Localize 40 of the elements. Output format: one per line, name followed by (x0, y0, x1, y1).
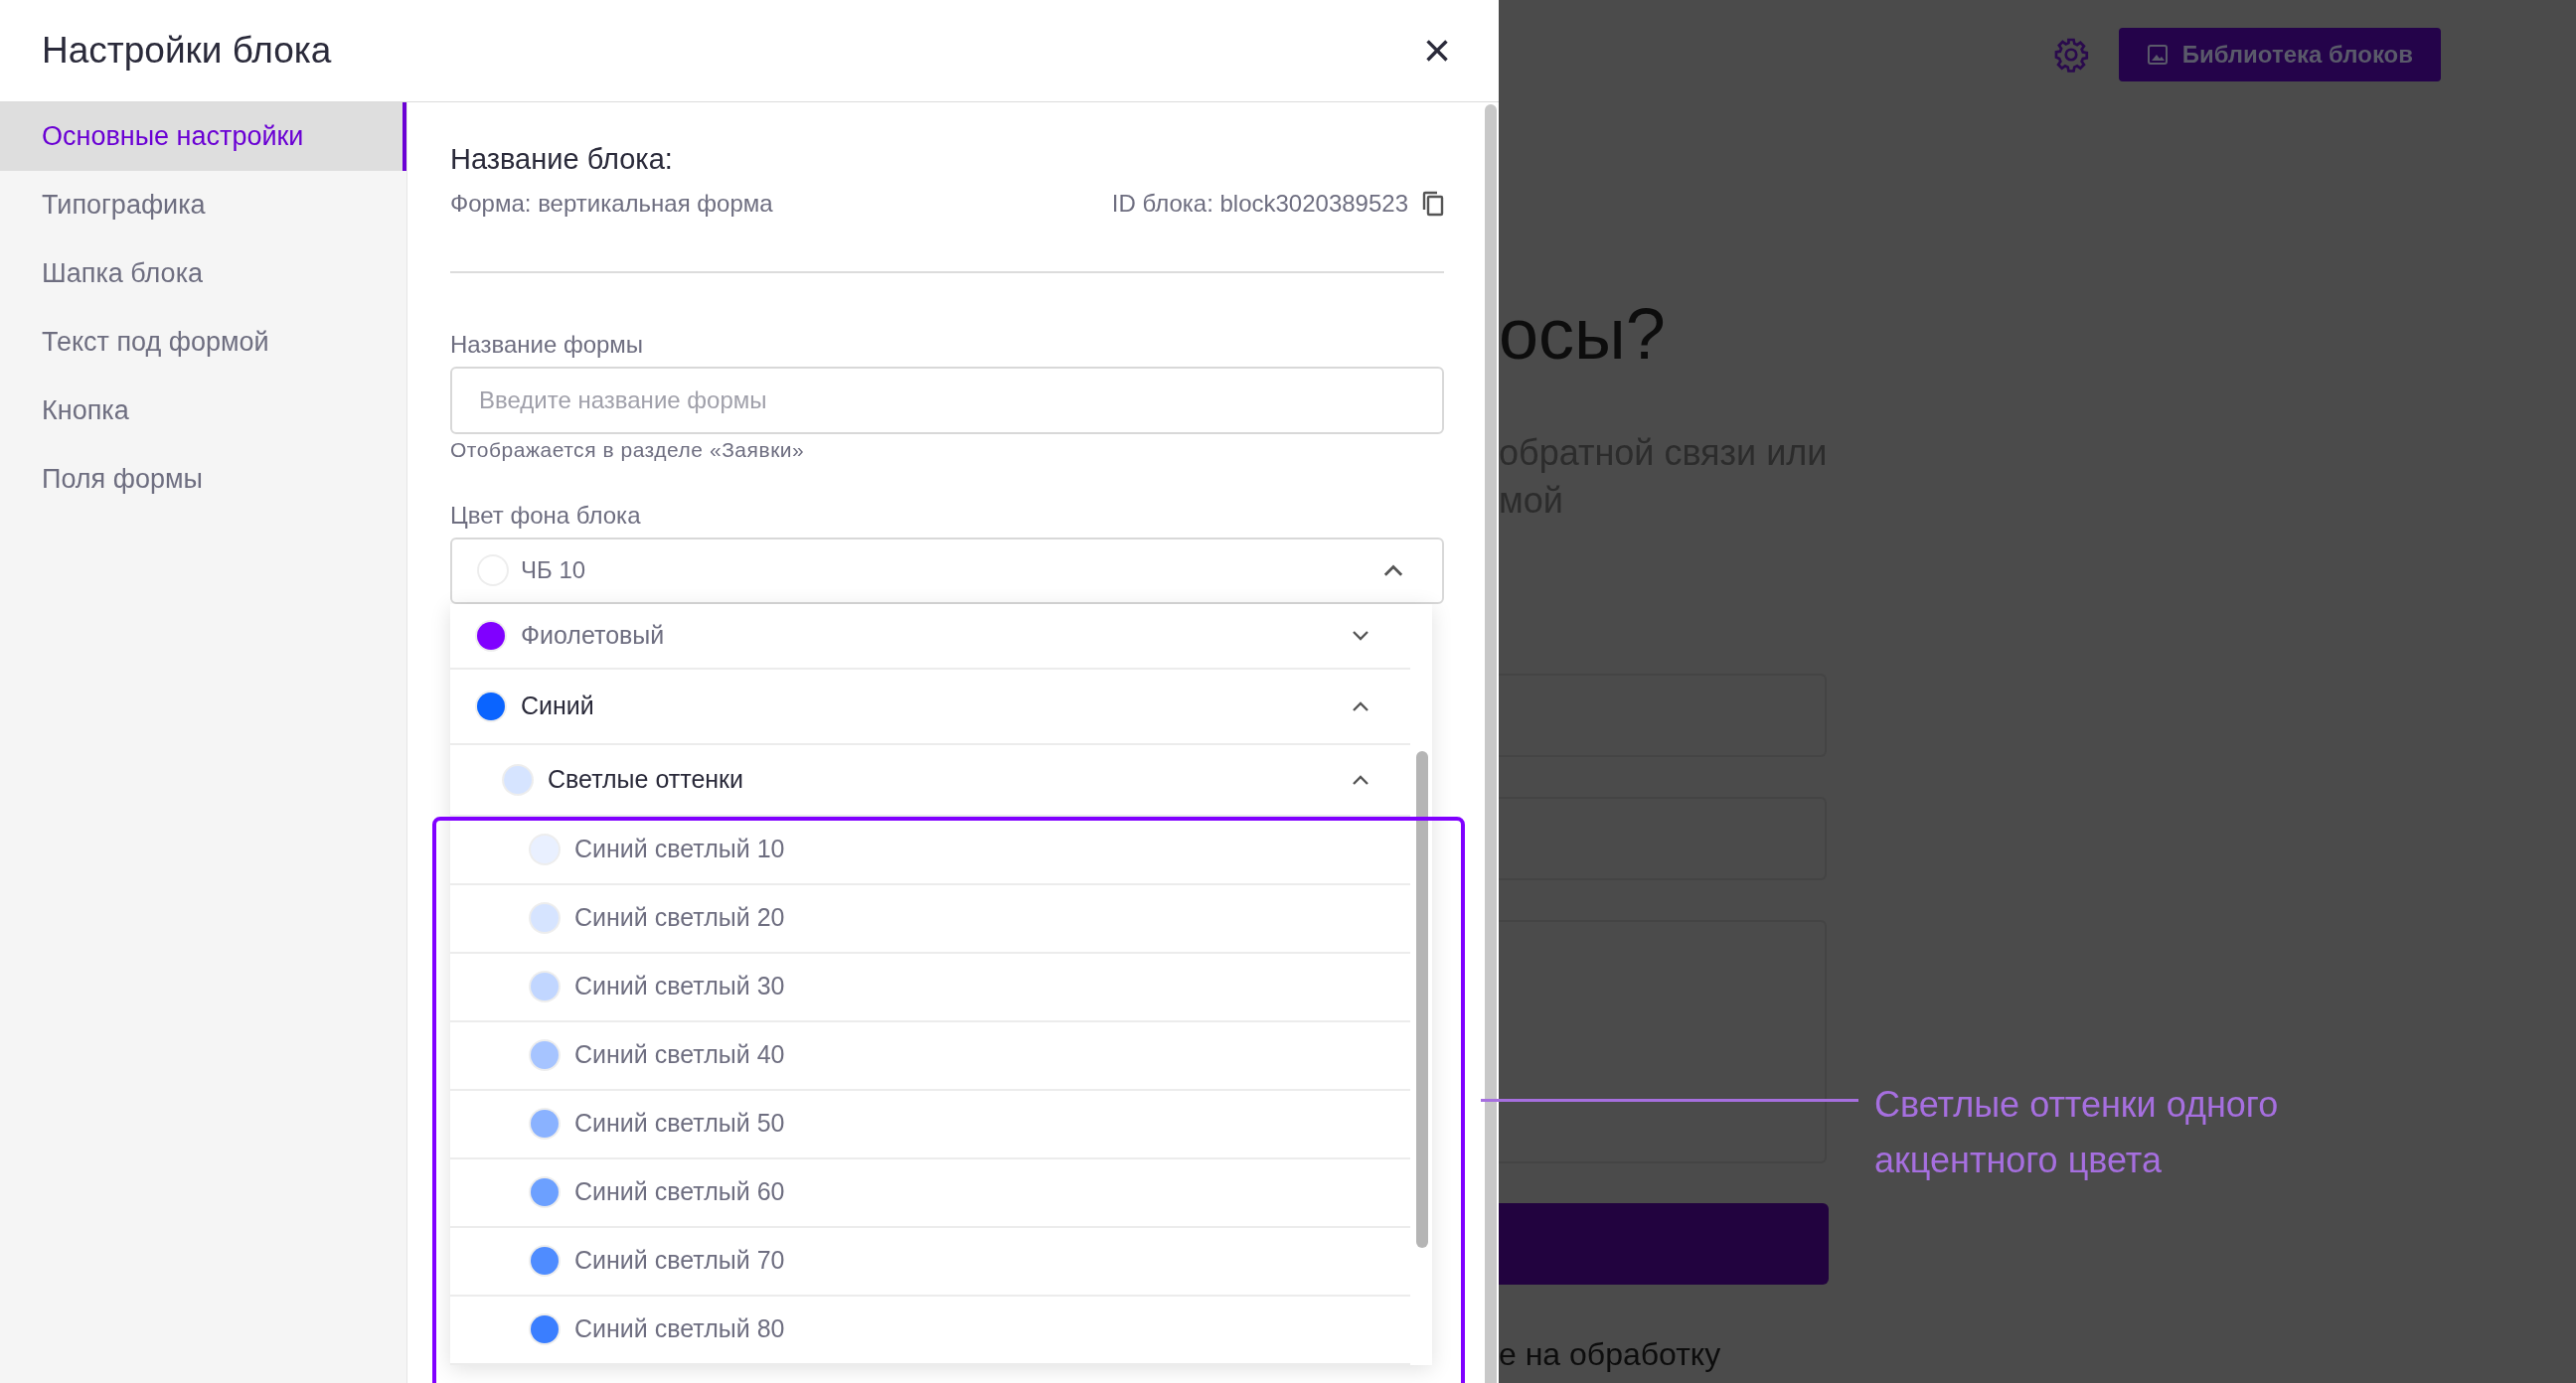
block-heading: Название блока: (450, 142, 674, 176)
field-label: Название формы (450, 330, 645, 360)
color-option[interactable]: Синий светлый 40 (450, 1021, 1410, 1091)
sidebar-item[interactable]: Типографика (0, 171, 406, 239)
color-select[interactable]: ЧБ 10 (450, 537, 1444, 604)
panel-title: Настройки блока (42, 29, 332, 74)
sidebar-item[interactable]: Шапка блока (0, 239, 406, 308)
annotation-text: Светлые оттенки одного акцентного цвета (1874, 1083, 2280, 1182)
color-option[interactable]: Синий светлый 70 (450, 1227, 1410, 1297)
close-button[interactable]: × (1417, 31, 1457, 71)
page-heading: осы? (1499, 298, 1667, 370)
color-option[interactable]: Синий светлый 20 (450, 884, 1410, 954)
color-option[interactable]: Синий светлый 10 (450, 816, 1410, 885)
scrollbar-thumb[interactable] (1416, 750, 1428, 1248)
copy-icon[interactable] (1422, 191, 1444, 217)
chevron-icon[interactable] (1381, 563, 1405, 577)
color-group[interactable]: Фиолетовый (450, 603, 1410, 670)
color-option[interactable]: Синий светлый 80 (450, 1296, 1410, 1365)
select-value: ЧБ 10 (521, 555, 586, 585)
block-id-text: ID блока: block3020389523 (1111, 189, 1408, 219)
block-library-button[interactable]: Библиотека блоков (2118, 28, 2441, 81)
chevron-icon[interactable] (1351, 699, 1370, 712)
form-type-text: Форма: вертикальная форма (450, 189, 773, 219)
color-group[interactable]: Синий (450, 669, 1410, 745)
color-option[interactable]: Синий светлый 60 (450, 1158, 1410, 1228)
color-option[interactable]: Синий светлый 50 (450, 1090, 1410, 1159)
sidebar-item[interactable]: Кнопка (0, 377, 406, 445)
chevron-icon[interactable] (1351, 629, 1370, 642)
sidebar-item[interactable]: Основные настройки (0, 102, 406, 171)
color-group[interactable]: Светлые оттенки (450, 744, 1410, 817)
field-hint: Отображается в разделе «Заявки» (450, 437, 806, 463)
consent-text: е на обработку (1499, 1335, 1722, 1374)
field-label: Цвет фона блока (450, 500, 642, 531)
form-name-field[interactable]: Введите название формы (450, 367, 1444, 434)
scrollbar-thumb[interactable] (1485, 104, 1497, 1383)
chevron-icon[interactable] (1351, 773, 1370, 786)
sidebar-item[interactable]: Поля формы (0, 445, 406, 514)
sidebar-item[interactable]: Текст под формой (0, 308, 406, 377)
color-option[interactable]: Синий светлый 30 (450, 953, 1410, 1022)
image-icon (2146, 44, 2169, 66)
